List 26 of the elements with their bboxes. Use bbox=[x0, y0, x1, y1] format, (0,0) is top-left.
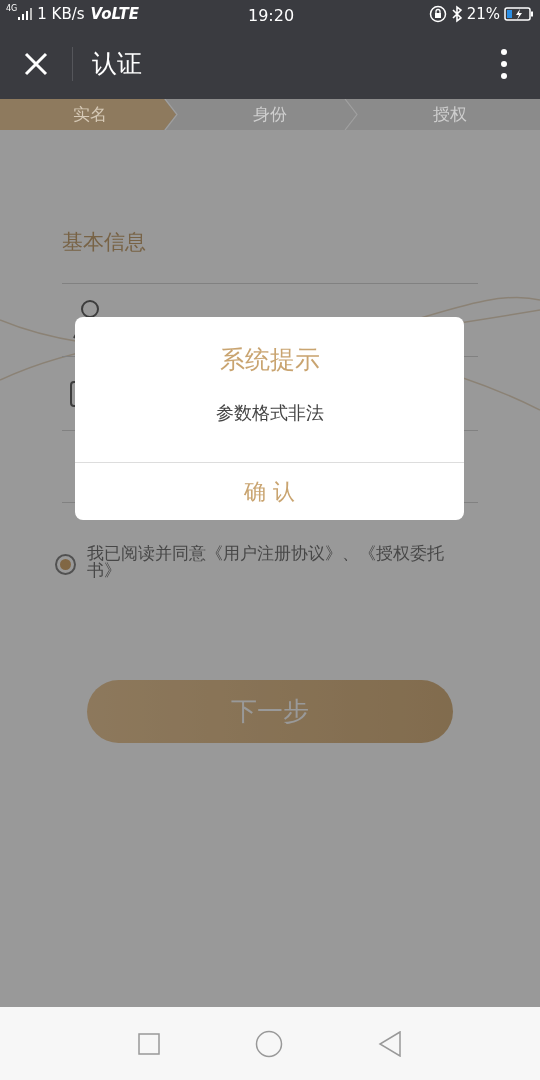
close-icon bbox=[24, 51, 48, 76]
page-title: 认证 bbox=[92, 47, 142, 80]
section-title: 基本信息 bbox=[62, 229, 147, 256]
rotation-lock-icon bbox=[428, 5, 447, 23]
dialog-title: 系统提示 bbox=[218, 344, 321, 376]
more-icon bbox=[501, 48, 507, 79]
data-speed: 1 KB/s bbox=[37, 3, 85, 25]
confirm-button[interactable]: 确 认 bbox=[75, 463, 464, 520]
next-button[interactable]: 下一步 bbox=[87, 680, 453, 743]
clock: 19:20 bbox=[248, 5, 295, 27]
network-label: 4G bbox=[6, 5, 18, 13]
signal-icon bbox=[18, 7, 33, 21]
back-icon bbox=[378, 1030, 403, 1057]
chevron-icon bbox=[344, 99, 360, 130]
back-button[interactable] bbox=[378, 1030, 403, 1057]
circle-icon bbox=[255, 1029, 283, 1058]
agreement-radio[interactable] bbox=[55, 554, 76, 575]
recents-button[interactable] bbox=[137, 1032, 160, 1055]
battery-icon bbox=[504, 6, 534, 22]
volte-label: VoLTE bbox=[90, 3, 139, 25]
dialog-message: 参数格式非法 bbox=[214, 401, 325, 425]
bluetooth-icon bbox=[450, 5, 463, 23]
agreement-text: 我已阅读并同意《用户注册协议》、《授权委托书》 bbox=[87, 545, 445, 579]
battery-percent: 21% bbox=[466, 3, 500, 25]
square-icon bbox=[137, 1032, 160, 1055]
home-button[interactable] bbox=[255, 1029, 283, 1058]
